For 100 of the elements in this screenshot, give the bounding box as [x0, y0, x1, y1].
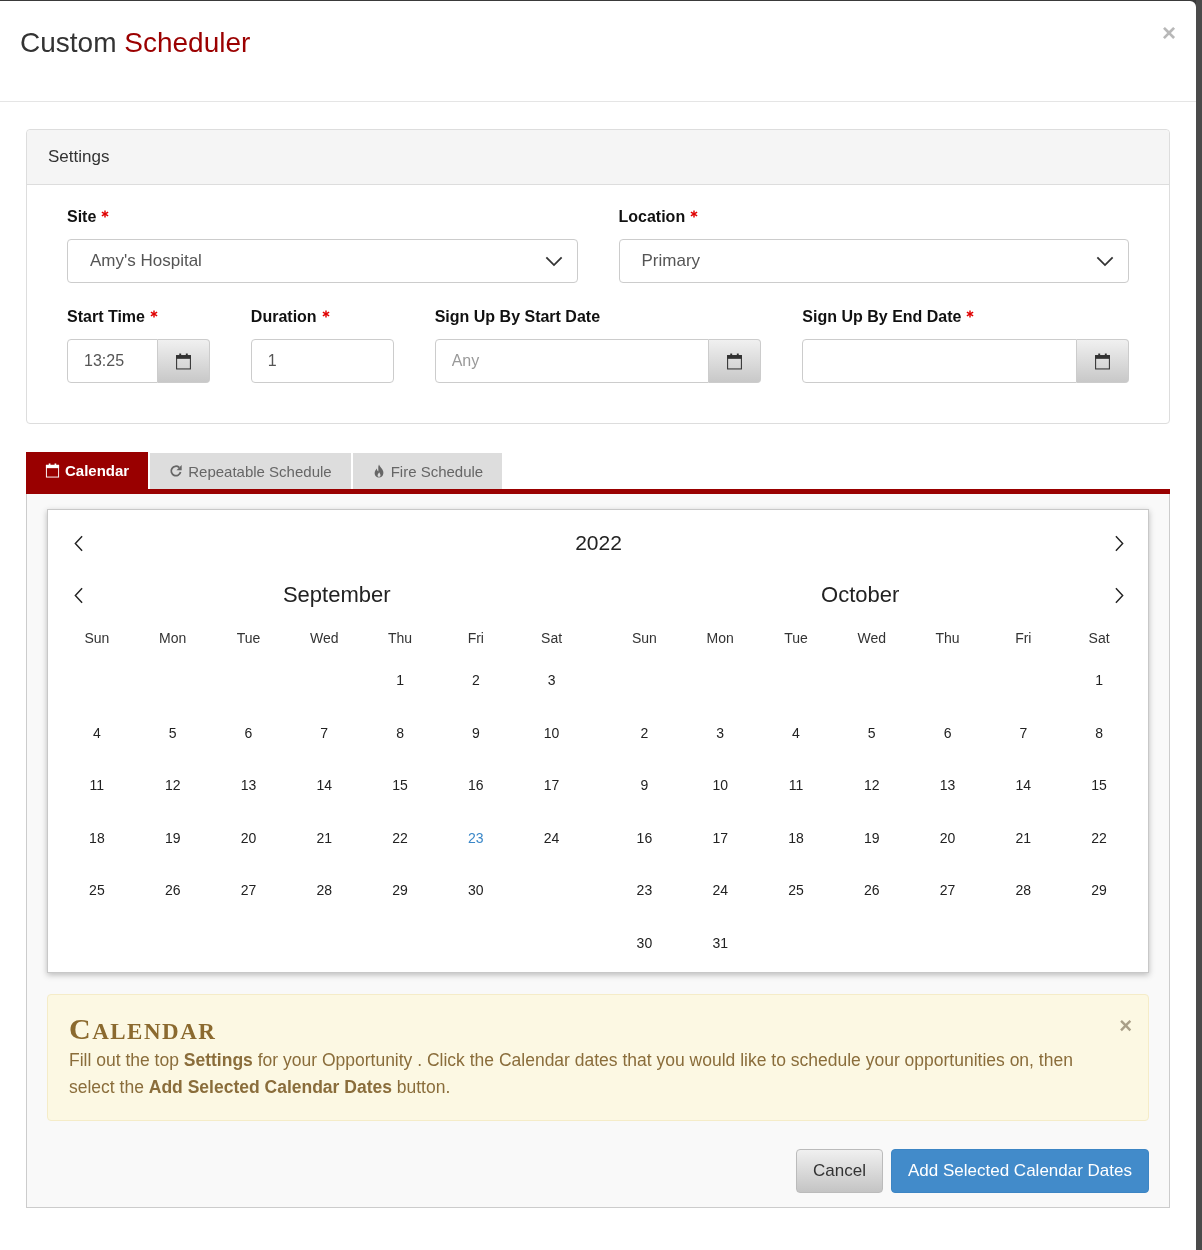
- calendar-day[interactable]: 1: [390, 669, 410, 692]
- weekday-label: Mon: [159, 630, 187, 646]
- calendar-day[interactable]: 7: [314, 721, 335, 744]
- calendar-day[interactable]: 25: [782, 879, 810, 902]
- calendar-day[interactable]: 22: [1085, 826, 1113, 849]
- modal-title: Custom Scheduler: [20, 26, 251, 60]
- input-field[interactable]: 1: [250, 339, 394, 383]
- calendar-day[interactable]: 17: [537, 774, 566, 797]
- calendar-day[interactable]: 23: [462, 826, 490, 849]
- calendar-day[interactable]: 2: [634, 721, 655, 744]
- calendar-day[interactable]: 7: [1013, 721, 1034, 744]
- cancel-button[interactable]: Cancel: [796, 1149, 883, 1193]
- calendar-day[interactable]: 18: [83, 826, 111, 849]
- calendar-day[interactable]: 8: [1089, 721, 1109, 744]
- calendar-day[interactable]: 25: [83, 879, 111, 902]
- calendar-day[interactable]: 30: [462, 879, 490, 902]
- calendar-day[interactable]: 3: [710, 721, 731, 744]
- calendar-day[interactable]: 19: [857, 826, 886, 849]
- weekday-label: Wed: [857, 630, 886, 646]
- calendar-day[interactable]: 4: [786, 721, 806, 744]
- submit-button[interactable]: Add Selected Calendar Dates: [891, 1149, 1149, 1193]
- calendar-day[interactable]: 17: [706, 826, 734, 849]
- calendar-icon: [45, 463, 60, 478]
- calendar-day[interactable]: 30: [630, 931, 659, 954]
- calendar-icon: [174, 352, 192, 370]
- dropdown-field[interactable]: Primary: [618, 239, 1129, 283]
- calendar-day[interactable]: 1: [1089, 669, 1109, 692]
- calendar-day[interactable]: 10: [706, 774, 734, 797]
- calendar-day[interactable]: 19: [158, 826, 187, 849]
- calendar-day[interactable]: 2: [465, 669, 486, 692]
- tab[interactable]: Repeatable Schedule: [150, 453, 351, 489]
- chevron-right-icon: [1114, 586, 1124, 604]
- calendar-day[interactable]: 12: [857, 774, 886, 797]
- field-label: Location: [618, 207, 686, 227]
- calendar-button[interactable]: [157, 339, 210, 383]
- calendar-day[interactable]: 24: [706, 879, 734, 902]
- calendar-day[interactable]: 27: [234, 879, 263, 902]
- calendar-day[interactable]: 6: [238, 721, 259, 744]
- calendar-button[interactable]: [709, 339, 762, 383]
- weekday-label: Thu: [935, 630, 960, 646]
- calendar-day[interactable]: 29: [1085, 879, 1113, 902]
- weekday-label: Fri: [467, 630, 484, 646]
- dropdown-field[interactable]: Amy's Hospital: [67, 239, 578, 283]
- input-field[interactable]: [802, 339, 1077, 383]
- calendar-day[interactable]: 18: [782, 826, 810, 849]
- weekday-label: Tue: [784, 630, 808, 646]
- calendar-day[interactable]: 16: [462, 774, 490, 797]
- calendar-day[interactable]: 11: [782, 774, 810, 797]
- weekday-label: Tue: [236, 630, 261, 646]
- weekday-label: Sun: [84, 630, 110, 646]
- calendar-day[interactable]: 28: [310, 879, 339, 902]
- calendar-day[interactable]: 15: [386, 774, 414, 797]
- calendar-day[interactable]: 10: [537, 721, 566, 744]
- calendar-day[interactable]: 26: [857, 879, 886, 902]
- calendar-day[interactable]: 28: [1009, 879, 1038, 902]
- calendar-day[interactable]: 3: [541, 669, 562, 692]
- calendar-day[interactable]: 13: [933, 774, 962, 797]
- calendar-day[interactable]: 22: [386, 826, 414, 849]
- chevron-down-icon: [1096, 255, 1114, 267]
- input-field[interactable]: Any: [434, 339, 710, 383]
- calendar-day[interactable]: 31: [706, 931, 734, 954]
- calendar-day[interactable]: 20: [234, 826, 263, 849]
- alert-text: Fill out the top Settings for your Opportunity . Click the Calendar dates that you would like to schedule your opportunities on, then select the Add Selected Calendar Dates button.: [69, 1049, 1074, 1099]
- calendar-day[interactable]: 29: [386, 879, 414, 902]
- calendar-day[interactable]: 26: [158, 879, 187, 902]
- calendar-day[interactable]: 16: [630, 826, 659, 849]
- calendar-day[interactable]: 21: [310, 826, 339, 849]
- calendar-day[interactable]: 12: [158, 774, 187, 797]
- weekday-label: Fri: [1015, 630, 1032, 646]
- field-label: Sign Up By End Date: [802, 307, 962, 327]
- year-title: 2022: [575, 531, 622, 555]
- calendar-day[interactable]: 21: [1009, 826, 1038, 849]
- calendar-day[interactable]: 9: [634, 774, 655, 797]
- calendar-day[interactable]: 24: [537, 826, 566, 849]
- tab[interactable]: Fire Schedule: [352, 453, 503, 489]
- calendar-day[interactable]: 14: [1009, 774, 1038, 797]
- chevron-left-icon: [73, 586, 83, 604]
- calendar-icon: [726, 352, 744, 370]
- calendar-day[interactable]: 20: [933, 826, 962, 849]
- calendar-day[interactable]: 14: [310, 774, 339, 797]
- panel-heading: Settings: [27, 130, 1169, 185]
- alert-title: CALENDAR: [69, 1014, 217, 1047]
- calendar-day[interactable]: 13: [234, 774, 263, 797]
- field-label: Site: [67, 207, 97, 227]
- calendar-day[interactable]: 23: [630, 879, 659, 902]
- calendar-button[interactable]: [1077, 339, 1129, 383]
- weekday-label: Sat: [1088, 630, 1110, 646]
- calendar-day[interactable]: 4: [87, 721, 107, 744]
- calendar-day[interactable]: 6: [937, 721, 958, 744]
- calendar-day[interactable]: 5: [162, 721, 183, 744]
- calendar-day[interactable]: 27: [933, 879, 962, 902]
- calendar-day[interactable]: 11: [83, 774, 111, 797]
- weekday-label: Sat: [541, 630, 563, 646]
- calendar-day[interactable]: 8: [390, 721, 410, 744]
- input-field[interactable]: 13:25: [67, 339, 158, 383]
- weekday-label: Thu: [387, 630, 413, 646]
- calendar-day[interactable]: 9: [465, 721, 486, 744]
- calendar-day[interactable]: 15: [1085, 774, 1113, 797]
- calendar-day[interactable]: 5: [861, 721, 882, 744]
- tab[interactable]: Calendar: [26, 452, 149, 489]
